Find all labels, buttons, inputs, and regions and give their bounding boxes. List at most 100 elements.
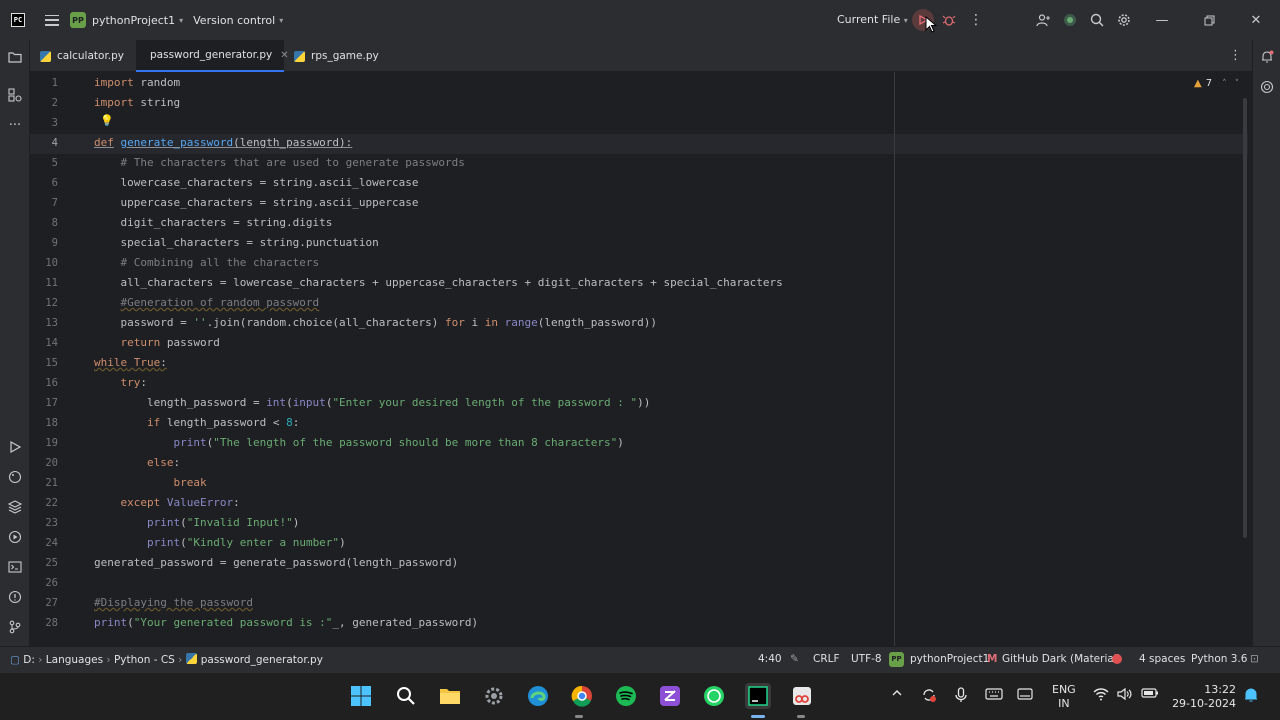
tab-rps-game[interactable]: rps_game.py [294,40,394,72]
theme-name[interactable]: GitHub Dark (Material) [1002,653,1121,665]
caret-position[interactable]: 4:40 [758,653,782,665]
chevron-down-icon[interactable]: ▾ [179,16,183,25]
tab-password-generator[interactable]: password_generator.py ✕ [136,40,289,72]
intention-bulb-icon[interactable]: 💡 [100,114,114,127]
python-packages-icon[interactable] [6,468,24,486]
ai-assistant-icon[interactable] [1060,10,1080,30]
code-line[interactable]: print("Invalid Input!") [94,513,299,533]
more-actions-icon[interactable]: ⋮ [966,10,986,30]
code-line[interactable]: import string [94,93,180,113]
run-tool-icon[interactable] [6,438,24,456]
project-folder-icon[interactable] [6,48,24,66]
line-separator[interactable]: CRLF [813,653,840,665]
next-highlight-icon[interactable]: ˅ [1235,79,1240,89]
git-branch-icon[interactable] [6,618,24,636]
pycharm-app-icon[interactable] [745,683,771,709]
problems-icon[interactable] [6,588,24,606]
chevron-down-icon[interactable]: ▾ [279,16,283,25]
python-file-icon [40,50,51,62]
code-line[interactable]: def generate_password(length_password): [94,133,352,153]
code-line[interactable]: break [94,473,206,493]
main-menu-icon[interactable] [45,14,59,26]
debug-bug-icon[interactable] [939,10,959,30]
structure-icon[interactable] [6,86,24,104]
close-window-icon[interactable]: ✕ [1246,10,1266,30]
inspection-widget[interactable]: ▲ 7 ˄ ˅ [1194,78,1239,89]
settings-gear-icon[interactable] [481,683,507,709]
search-icon[interactable] [393,683,419,709]
notification-bell-icon[interactable] [1244,687,1258,707]
keyboard-icon[interactable] [985,687,1003,705]
vcs-widget[interactable]: Version control [193,14,275,27]
notifications-bell-icon[interactable] [1258,48,1276,66]
close-tab-icon[interactable]: ✕ [280,50,288,61]
ai-chat-icon[interactable] [1258,78,1276,96]
chrome-browser-icon[interactable] [569,683,595,709]
code-line[interactable]: special_characters = string.punctuation [94,233,378,253]
edge-browser-icon[interactable] [525,683,551,709]
code-line[interactable]: password = ''.join(random.choice(all_cha… [94,313,657,333]
display-icon[interactable] [1017,687,1033,705]
windows-start-icon[interactable] [348,683,374,709]
minimize-window-icon[interactable]: — [1152,10,1172,30]
terminal-icon[interactable] [6,558,24,576]
restore-window-icon[interactable] [1199,10,1219,30]
code-line[interactable]: else: [94,453,180,473]
services-icon[interactable] [6,528,24,546]
run-config-selector[interactable]: Current File ▾ [837,13,908,26]
code-line[interactable]: length_password = int(input("Enter your … [94,393,650,413]
code-line[interactable]: #Displaying the password [94,593,253,613]
file-explorer-icon[interactable] [437,683,463,709]
code-line[interactable]: #Generation of random password [94,293,320,313]
tab-calculator[interactable]: calculator.py [40,40,140,72]
code-line[interactable]: except ValueError: [94,493,240,513]
project-badge[interactable]: PP [70,12,86,28]
layers-icon[interactable] [6,498,24,516]
code-line[interactable]: # Combining all the characters [94,253,320,273]
search-icon[interactable] [1087,10,1107,30]
tab-options-icon[interactable]: ⋮ [1229,48,1242,63]
code-line[interactable]: import random [94,73,180,93]
project-selector[interactable]: pythonProject1 [92,14,175,27]
code-line[interactable]: lowercase_characters = string.ascii_lowe… [94,173,418,193]
line-number: 5 [51,157,58,169]
code-line[interactable]: digit_characters = string.digits [94,213,332,233]
lock-icon[interactable]: ⊡ [1250,653,1259,665]
code-line[interactable]: uppercase_characters = string.ascii_uppe… [94,193,418,213]
snipping-tool-icon[interactable] [789,683,815,709]
code-line[interactable]: print("The length of the password should… [94,433,623,453]
python-interpreter[interactable]: Python 3.6 [1191,653,1247,665]
code-line[interactable]: if length_password < 8: [94,413,299,433]
more-tools-icon[interactable]: ··· [6,116,24,134]
microphone-icon[interactable] [955,687,967,707]
battery-icon[interactable] [1141,687,1159,703]
code-line[interactable]: print("Your generated password is :"_, g… [94,613,478,633]
spotify-icon[interactable] [613,683,639,709]
code-line[interactable]: all_characters = lowercase_characters + … [94,273,782,293]
volume-icon[interactable] [1117,687,1133,705]
settings-gear-icon[interactable] [1114,10,1134,30]
breadcrumb[interactable]: ▢ D: › Languages › Python - CS › passwor… [10,653,323,666]
code-line[interactable]: print("Kindly enter a number") [94,533,346,553]
add-user-icon[interactable] [1033,10,1053,30]
wifi-icon[interactable] [1093,687,1109,705]
code-line[interactable]: return password [94,333,220,353]
sync-icon[interactable] [921,687,937,707]
project-name[interactable]: pythonProject1 [910,653,989,665]
code-line[interactable]: while True: [94,353,167,373]
code-line[interactable]: generated_password = generate_password(l… [94,553,458,573]
edit-pencil-icon[interactable]: ✎ [790,653,799,665]
indent-setting[interactable]: 4 spaces [1139,653,1185,665]
visual-studio-icon[interactable] [657,683,683,709]
whatsapp-icon[interactable] [701,683,727,709]
previous-highlight-icon[interactable]: ˄ [1222,79,1227,89]
vertical-scrollbar[interactable] [1243,98,1247,538]
code-editor[interactable]: ▲ 7 ˄ ˅ 💡 1 2 3 4 5 6 7 8 9 10 11 12 13 … [30,72,1252,646]
error-indicator-icon[interactable] [1112,654,1122,664]
code-line[interactable]: # The characters that are used to genera… [94,153,465,173]
system-clock[interactable]: 13:22 29-10-2024 [1172,683,1236,711]
input-language[interactable]: ENG IN [1052,683,1076,711]
file-encoding[interactable]: UTF-8 [851,653,882,665]
code-line[interactable]: try: [94,373,148,393]
tray-overflow-chevron-icon[interactable] [891,687,903,703]
